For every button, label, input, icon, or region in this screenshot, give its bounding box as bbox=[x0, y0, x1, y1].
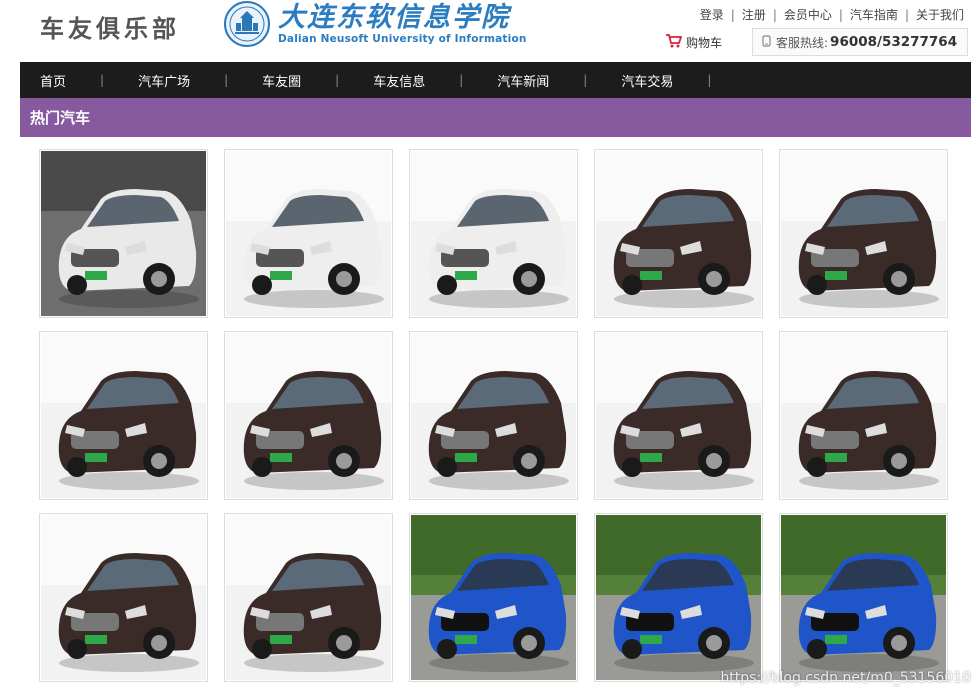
link-separator: | bbox=[772, 7, 777, 22]
phone-icon bbox=[761, 34, 776, 50]
car-photo bbox=[781, 151, 946, 316]
watermark: https://blog.csdn.net/m0_53156010 bbox=[720, 670, 971, 686]
car-photo bbox=[411, 333, 576, 498]
hotline-box: 客服热线: 96008/53277764 bbox=[752, 28, 968, 56]
nav-separator: | bbox=[335, 73, 340, 87]
register-link[interactable]: 注册 bbox=[742, 6, 766, 23]
car-photo bbox=[226, 151, 391, 316]
car-photo bbox=[411, 515, 576, 680]
car-photo-card[interactable] bbox=[594, 331, 763, 500]
nav-separator: | bbox=[459, 73, 464, 87]
link-separator: | bbox=[730, 7, 735, 22]
car-photo-card[interactable] bbox=[409, 149, 578, 318]
nav-item-car-news[interactable]: 汽车新闻 bbox=[477, 71, 569, 90]
car-photo-card[interactable] bbox=[224, 513, 393, 682]
nav-item-car-square[interactable]: 汽车广场 bbox=[118, 71, 210, 90]
car-photo bbox=[781, 333, 946, 498]
nav-separator: | bbox=[583, 73, 588, 87]
login-link[interactable]: 登录 bbox=[700, 6, 724, 23]
car-photo bbox=[41, 151, 206, 316]
nav-separator: | bbox=[707, 73, 712, 87]
car-photo bbox=[596, 151, 761, 316]
section-title: 热门汽车 bbox=[20, 98, 971, 137]
logo-english-text: Dalian Neusoft University of Information bbox=[278, 32, 527, 45]
car-photo-card[interactable] bbox=[224, 149, 393, 318]
nav-item-home[interactable]: 首页 bbox=[20, 71, 86, 90]
cart-button[interactable]: 购物车 bbox=[665, 33, 722, 51]
car-photo bbox=[41, 333, 206, 498]
car-photo-card[interactable] bbox=[39, 513, 208, 682]
car-photo bbox=[781, 515, 946, 680]
car-photo bbox=[226, 515, 391, 680]
car-photo bbox=[411, 151, 576, 316]
university-seal-icon bbox=[224, 1, 270, 47]
about-us-link[interactable]: 关于我们 bbox=[916, 6, 964, 23]
car-photo-card[interactable] bbox=[39, 331, 208, 500]
nav-separator: | bbox=[224, 73, 229, 87]
car-photo-card[interactable] bbox=[779, 513, 948, 682]
hotline-label: 客服热线: bbox=[776, 35, 829, 50]
link-separator: | bbox=[904, 7, 909, 22]
nav-item-member-info[interactable]: 车友信息 bbox=[353, 71, 445, 90]
top-links: 登录 | 注册 | 会员中心 | 汽车指南 | 关于我们 bbox=[700, 6, 964, 23]
car-photo bbox=[41, 515, 206, 680]
member-center-link[interactable]: 会员中心 bbox=[784, 6, 832, 23]
university-logo[interactable]: 大连东软信息学院 Dalian Neusoft University of In… bbox=[224, 0, 527, 48]
shopping-cart-icon bbox=[665, 33, 686, 51]
car-photo-card[interactable] bbox=[779, 149, 948, 318]
car-photo-card[interactable] bbox=[594, 513, 763, 682]
hotline-number: 96008/53277764 bbox=[830, 34, 958, 50]
car-photo-card[interactable] bbox=[409, 331, 578, 500]
link-separator: | bbox=[838, 7, 843, 22]
car-photo-card[interactable] bbox=[779, 331, 948, 500]
logo-chinese-text: 大连东软信息学院 bbox=[278, 1, 510, 33]
car-guide-link[interactable]: 汽车指南 bbox=[850, 6, 898, 23]
car-photo-card[interactable] bbox=[594, 149, 763, 318]
car-photo-card[interactable] bbox=[409, 513, 578, 682]
car-photo-card[interactable] bbox=[39, 149, 208, 318]
cart-label: 购物车 bbox=[686, 35, 723, 50]
nav-item-car-trade[interactable]: 汽车交易 bbox=[601, 71, 693, 90]
car-photo bbox=[226, 333, 391, 498]
nav-item-car-circle[interactable]: 车友圈 bbox=[242, 71, 321, 90]
car-photo-card[interactable] bbox=[224, 331, 393, 500]
site-title: 车友俱乐部 bbox=[40, 15, 180, 43]
nav-separator: | bbox=[100, 73, 105, 87]
car-photo bbox=[596, 333, 761, 498]
main-nav: 首页 | 汽车广场 | 车友圈 | 车友信息 | 汽车新闻 | 汽车交易 | bbox=[20, 62, 971, 98]
car-photo bbox=[596, 515, 761, 680]
